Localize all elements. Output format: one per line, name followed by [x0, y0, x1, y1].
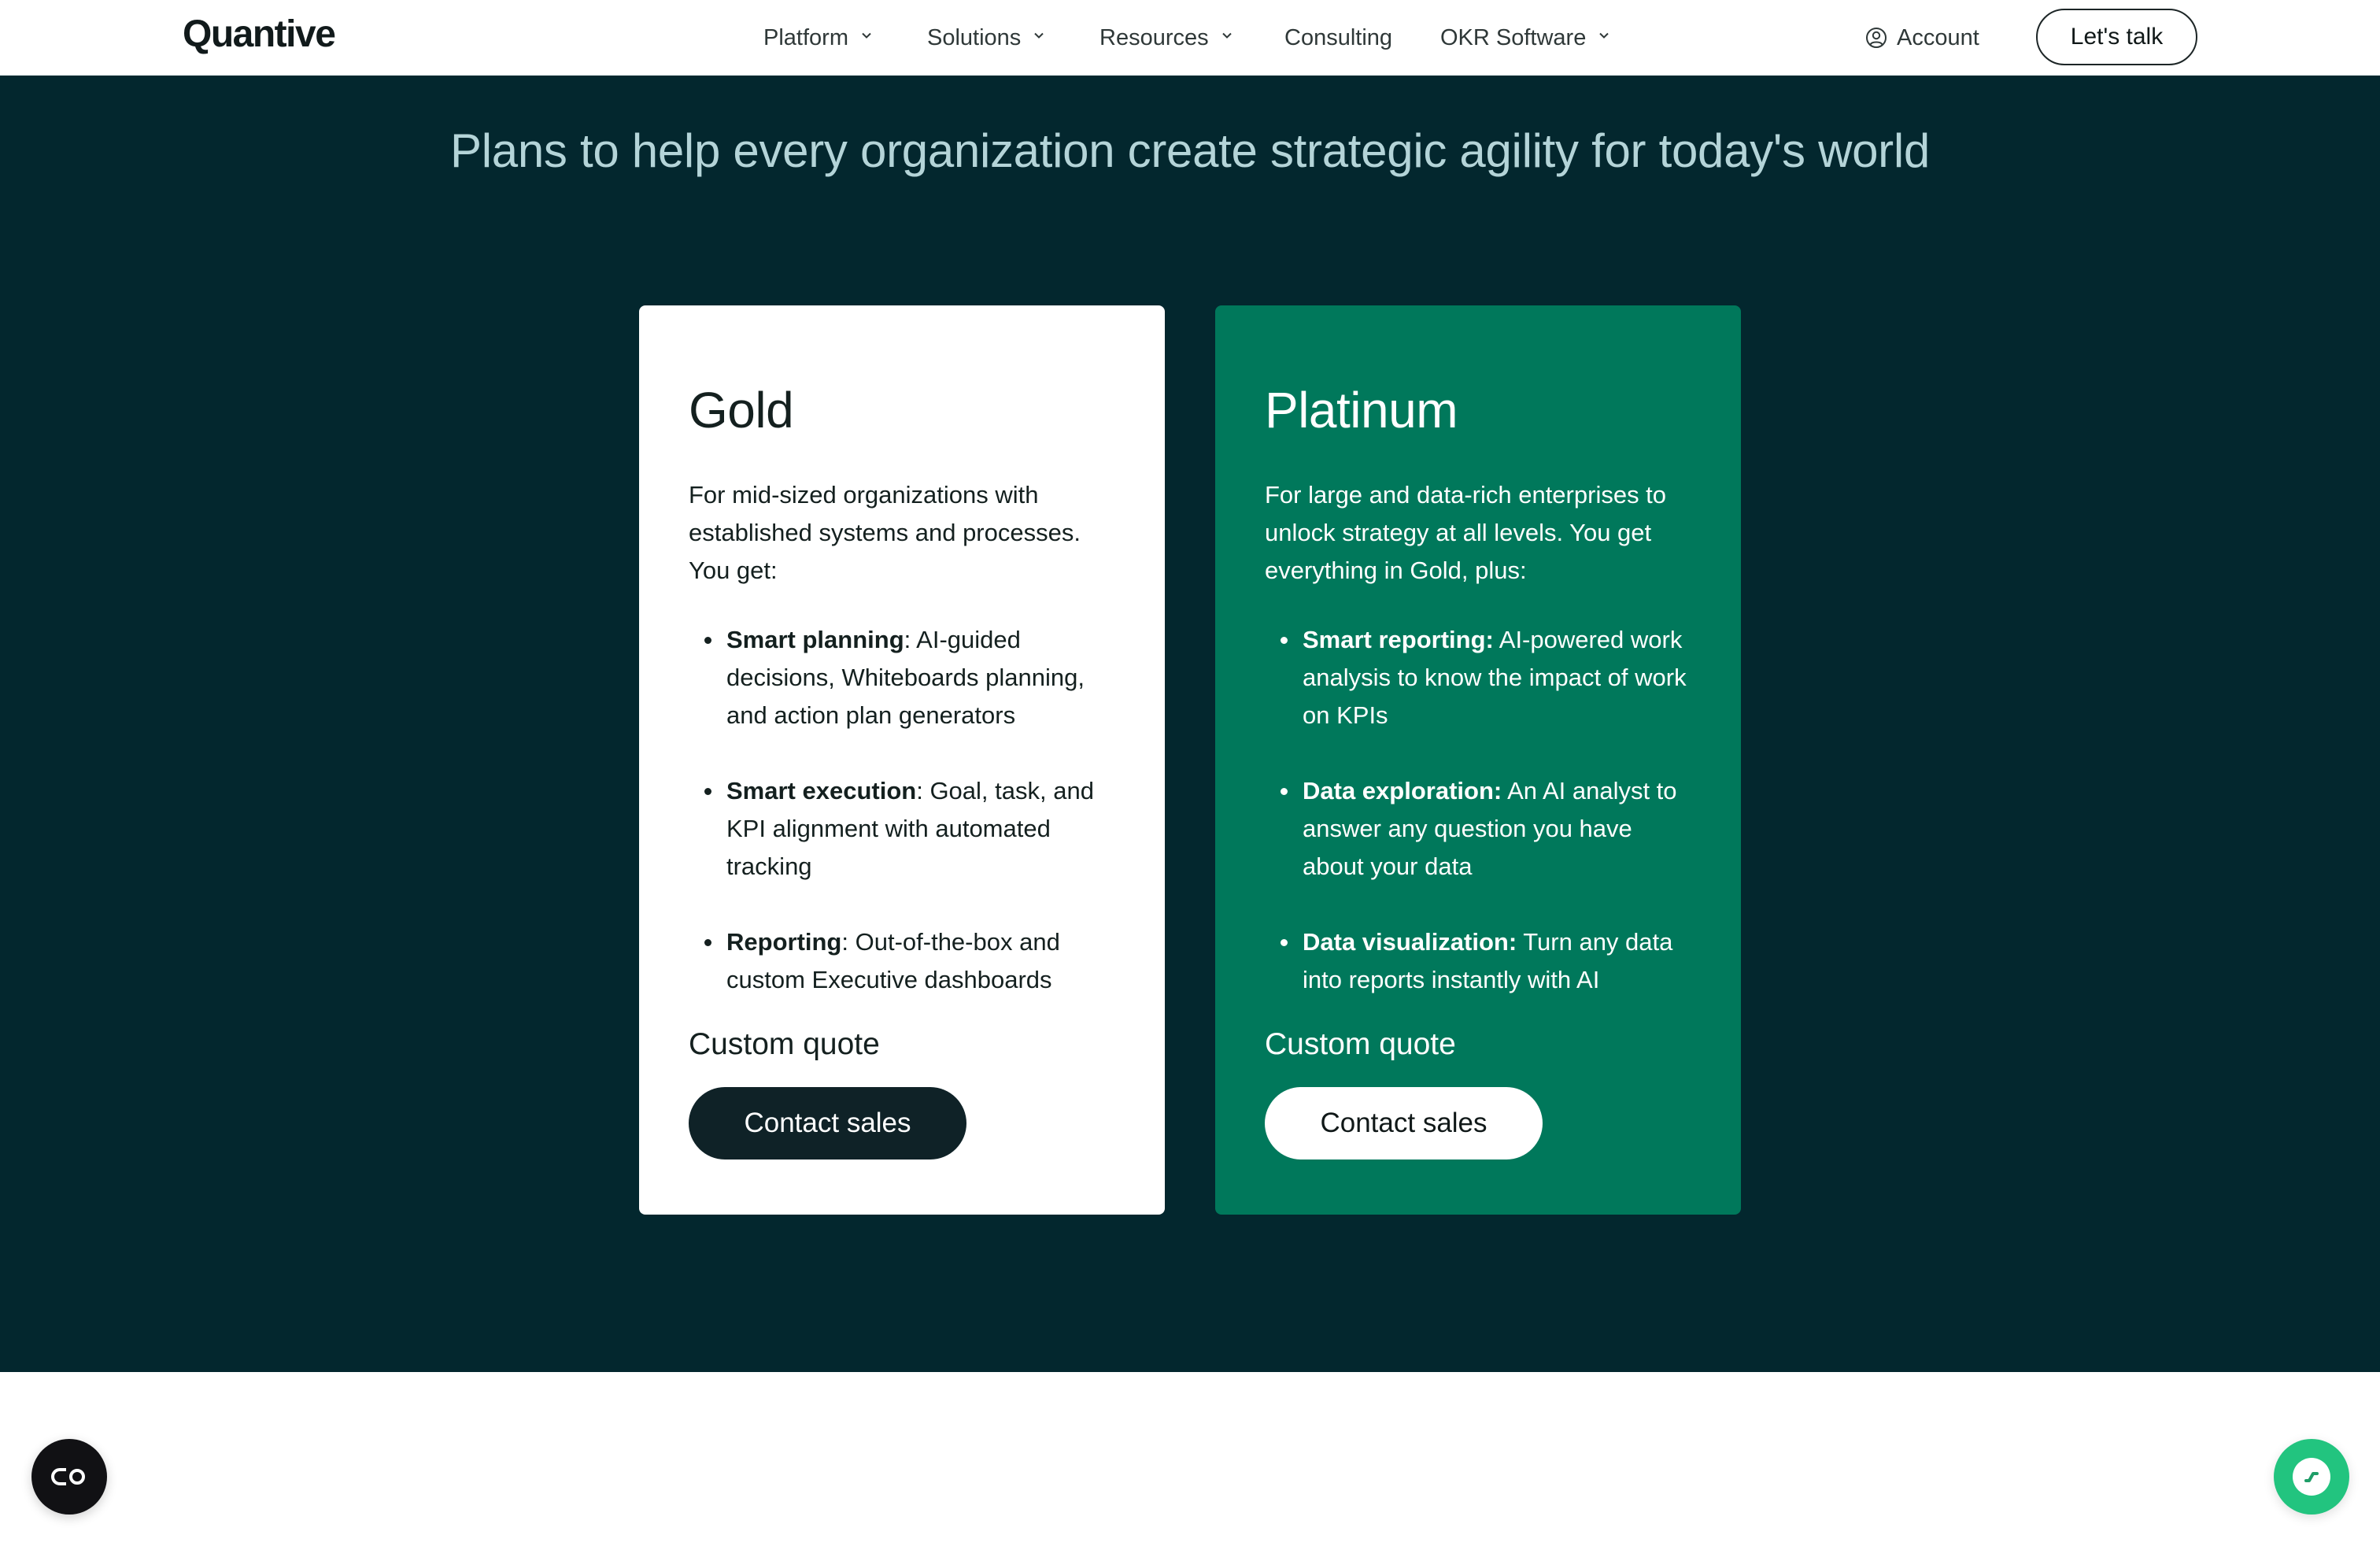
nav-item-label: OKR Software	[1440, 24, 1587, 50]
chevron-down-icon	[1221, 30, 1232, 41]
bullet-icon	[1281, 939, 1288, 946]
nav-item-solutions[interactable]: Solutions	[927, 22, 1044, 54]
feature-item: Data visualization: Turn any data into r…	[1265, 923, 1694, 999]
feature-item: Smart reporting: AI-powered work analysi…	[1265, 621, 1694, 734]
chat-icon	[2304, 1472, 2319, 1482]
plan-price: Custom quote	[1265, 1027, 1456, 1061]
feature-title: Reporting	[726, 928, 842, 956]
feature-list: Smart reporting: AI-powered work analysi…	[1265, 621, 1694, 999]
chevron-down-icon	[861, 30, 872, 41]
feature-title: Data exploration:	[1303, 777, 1502, 804]
bullet-icon	[704, 637, 711, 644]
contact-sales-button-gold[interactable]: Contact sales	[689, 1087, 966, 1160]
feature-item: Data exploration: An AI analyst to answe…	[1265, 772, 1694, 886]
feature-title: Smart execution	[726, 777, 917, 804]
chat-button[interactable]	[2274, 1439, 2349, 1515]
pricing-heading: Plans to help every organization create …	[450, 124, 1930, 177]
site-header: Quantive Platform Solutions Resources Co…	[0, 0, 2380, 76]
accessibility-button[interactable]	[31, 1439, 107, 1515]
main-nav: Platform Solutions Resources Consulting …	[0, 0, 2380, 76]
feature-item: Smart planning: AI-guided decisions, Whi…	[689, 621, 1118, 734]
pricing-section: Plans to help every organization create …	[0, 76, 2380, 1372]
bullet-icon	[704, 788, 711, 795]
nav-item-label: Solutions	[927, 24, 1022, 50]
contact-sales-button-platinum[interactable]: Contact sales	[1265, 1087, 1543, 1160]
plan-description: For large and data-rich enterprises to u…	[1265, 481, 1667, 584]
account-link[interactable]: Account	[1865, 22, 1979, 54]
nav-item-resources[interactable]: Resources	[1099, 22, 1232, 54]
chat-icon-container	[2293, 1458, 2330, 1496]
feature-separator: :	[841, 928, 856, 956]
plan-card-platinum: Platinum For large and data-rich enterpr…	[1215, 305, 1741, 1215]
nav-item-consulting[interactable]: Consulting	[1284, 22, 1392, 54]
nav-item-label: Platform	[763, 24, 848, 50]
plan-name: Gold	[689, 382, 794, 438]
nav-item-label: Consulting	[1284, 24, 1393, 50]
plan-price: Custom quote	[689, 1027, 880, 1061]
bullet-icon	[704, 939, 711, 946]
lets-talk-button[interactable]: Let's talk	[2036, 9, 2197, 65]
feature-title: Data visualization:	[1303, 928, 1517, 956]
plan-description: For mid-sized organizations with establi…	[689, 481, 1081, 584]
feature-list: Smart planning: AI-guided decisions, Whi…	[689, 621, 1118, 999]
account-label: Account	[1897, 24, 1979, 50]
accessibility-toggle-icon	[51, 1468, 85, 1485]
feature-title: Smart planning	[726, 626, 904, 653]
chevron-down-icon	[1598, 30, 1609, 41]
plan-card-gold: Gold For mid-sized organizations with es…	[639, 305, 1165, 1215]
nav-item-label: Resources	[1099, 24, 1209, 50]
bullet-icon	[1281, 637, 1288, 644]
feature-item: Smart execution: Goal, task, and KPI ali…	[689, 772, 1118, 886]
nav-item-okr-software[interactable]: OKR Software	[1440, 22, 1609, 54]
feature-separator	[1494, 626, 1499, 653]
plan-name: Platinum	[1265, 382, 1458, 438]
feature-separator: :	[904, 626, 917, 653]
feature-separator: :	[916, 777, 930, 804]
user-circle-icon	[1866, 28, 1887, 48]
chevron-down-icon	[1033, 30, 1044, 41]
feature-title: Smart reporting:	[1303, 626, 1494, 653]
nav-item-platform[interactable]: Platform	[763, 22, 872, 54]
feature-item: Reporting: Out-of-the-box and custom Exe…	[689, 923, 1118, 999]
bullet-icon	[1281, 788, 1288, 795]
